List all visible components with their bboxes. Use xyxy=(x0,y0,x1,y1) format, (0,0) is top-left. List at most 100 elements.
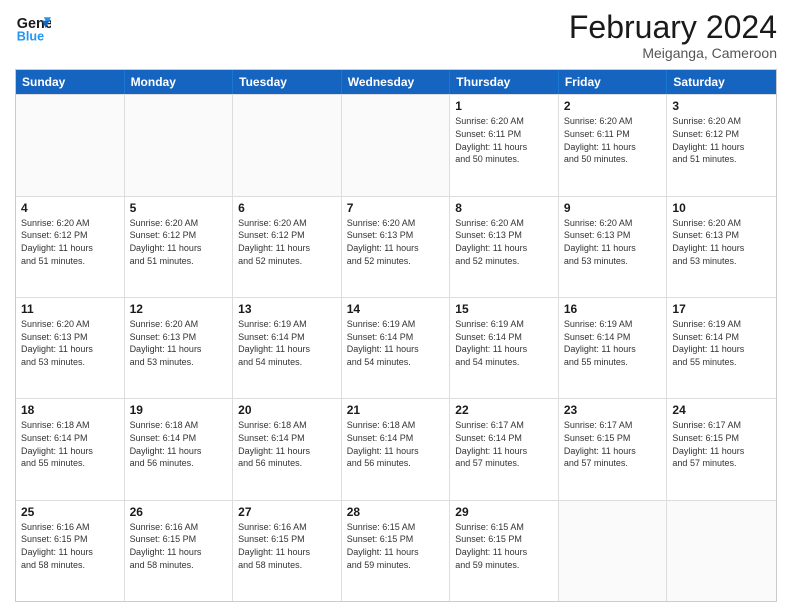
day-number: 25 xyxy=(21,504,119,520)
day-number: 14 xyxy=(347,301,445,317)
day-info: Sunrise: 6:20 AM Sunset: 6:12 PM Dayligh… xyxy=(21,217,119,267)
day-cell-24: 24Sunrise: 6:17 AM Sunset: 6:15 PM Dayli… xyxy=(667,399,776,499)
day-header-friday: Friday xyxy=(559,70,668,94)
day-cell-1: 1Sunrise: 6:20 AM Sunset: 6:11 PM Daylig… xyxy=(450,95,559,195)
calendar-header-row: SundayMondayTuesdayWednesdayThursdayFrid… xyxy=(16,70,776,94)
day-number: 12 xyxy=(130,301,228,317)
day-number: 28 xyxy=(347,504,445,520)
day-cell-21: 21Sunrise: 6:18 AM Sunset: 6:14 PM Dayli… xyxy=(342,399,451,499)
day-info: Sunrise: 6:18 AM Sunset: 6:14 PM Dayligh… xyxy=(347,419,445,469)
day-cell-3: 3Sunrise: 6:20 AM Sunset: 6:12 PM Daylig… xyxy=(667,95,776,195)
day-info: Sunrise: 6:15 AM Sunset: 6:15 PM Dayligh… xyxy=(347,521,445,571)
day-number: 4 xyxy=(21,200,119,216)
logo-icon: General Blue xyxy=(15,10,51,46)
calendar: SundayMondayTuesdayWednesdayThursdayFrid… xyxy=(15,69,777,602)
page: General Blue February 2024 Meiganga, Cam… xyxy=(0,0,792,612)
day-cell-9: 9Sunrise: 6:20 AM Sunset: 6:13 PM Daylig… xyxy=(559,197,668,297)
day-number: 3 xyxy=(672,98,771,114)
day-cell-22: 22Sunrise: 6:17 AM Sunset: 6:14 PM Dayli… xyxy=(450,399,559,499)
day-cell-12: 12Sunrise: 6:20 AM Sunset: 6:13 PM Dayli… xyxy=(125,298,234,398)
day-cell-25: 25Sunrise: 6:16 AM Sunset: 6:15 PM Dayli… xyxy=(16,501,125,601)
day-number: 19 xyxy=(130,402,228,418)
day-cell-27: 27Sunrise: 6:16 AM Sunset: 6:15 PM Dayli… xyxy=(233,501,342,601)
day-cell-18: 18Sunrise: 6:18 AM Sunset: 6:14 PM Dayli… xyxy=(16,399,125,499)
day-cell-23: 23Sunrise: 6:17 AM Sunset: 6:15 PM Dayli… xyxy=(559,399,668,499)
day-number: 17 xyxy=(672,301,771,317)
week-row-4: 18Sunrise: 6:18 AM Sunset: 6:14 PM Dayli… xyxy=(16,398,776,499)
day-number: 6 xyxy=(238,200,336,216)
day-info: Sunrise: 6:20 AM Sunset: 6:13 PM Dayligh… xyxy=(564,217,662,267)
empty-cell xyxy=(125,95,234,195)
day-number: 20 xyxy=(238,402,336,418)
title-block: February 2024 Meiganga, Cameroon xyxy=(569,10,777,61)
day-number: 5 xyxy=(130,200,228,216)
day-number: 18 xyxy=(21,402,119,418)
day-cell-15: 15Sunrise: 6:19 AM Sunset: 6:14 PM Dayli… xyxy=(450,298,559,398)
empty-cell xyxy=(667,501,776,601)
day-info: Sunrise: 6:18 AM Sunset: 6:14 PM Dayligh… xyxy=(130,419,228,469)
empty-cell xyxy=(16,95,125,195)
day-number: 13 xyxy=(238,301,336,317)
day-info: Sunrise: 6:16 AM Sunset: 6:15 PM Dayligh… xyxy=(130,521,228,571)
day-cell-5: 5Sunrise: 6:20 AM Sunset: 6:12 PM Daylig… xyxy=(125,197,234,297)
day-cell-29: 29Sunrise: 6:15 AM Sunset: 6:15 PM Dayli… xyxy=(450,501,559,601)
day-info: Sunrise: 6:19 AM Sunset: 6:14 PM Dayligh… xyxy=(238,318,336,368)
day-info: Sunrise: 6:19 AM Sunset: 6:14 PM Dayligh… xyxy=(564,318,662,368)
day-info: Sunrise: 6:15 AM Sunset: 6:15 PM Dayligh… xyxy=(455,521,553,571)
day-cell-28: 28Sunrise: 6:15 AM Sunset: 6:15 PM Dayli… xyxy=(342,501,451,601)
day-number: 8 xyxy=(455,200,553,216)
day-number: 23 xyxy=(564,402,662,418)
day-number: 21 xyxy=(347,402,445,418)
day-info: Sunrise: 6:20 AM Sunset: 6:11 PM Dayligh… xyxy=(564,115,662,165)
day-header-monday: Monday xyxy=(125,70,234,94)
day-info: Sunrise: 6:20 AM Sunset: 6:12 PM Dayligh… xyxy=(130,217,228,267)
day-cell-11: 11Sunrise: 6:20 AM Sunset: 6:13 PM Dayli… xyxy=(16,298,125,398)
day-header-wednesday: Wednesday xyxy=(342,70,451,94)
day-number: 27 xyxy=(238,504,336,520)
day-info: Sunrise: 6:20 AM Sunset: 6:13 PM Dayligh… xyxy=(672,217,771,267)
day-cell-4: 4Sunrise: 6:20 AM Sunset: 6:12 PM Daylig… xyxy=(16,197,125,297)
day-info: Sunrise: 6:20 AM Sunset: 6:12 PM Dayligh… xyxy=(238,217,336,267)
day-header-saturday: Saturday xyxy=(667,70,776,94)
day-cell-7: 7Sunrise: 6:20 AM Sunset: 6:13 PM Daylig… xyxy=(342,197,451,297)
day-cell-20: 20Sunrise: 6:18 AM Sunset: 6:14 PM Dayli… xyxy=(233,399,342,499)
empty-cell xyxy=(233,95,342,195)
calendar-body: 1 Sunrise: 6:20 AM Sunset: 6:11 PM Daylig… xyxy=(16,94,776,601)
day-info: Sunrise: 6:19 AM Sunset: 6:14 PM Dayligh… xyxy=(672,318,771,368)
day-cell-19: 19Sunrise: 6:18 AM Sunset: 6:14 PM Dayli… xyxy=(125,399,234,499)
logo: General Blue xyxy=(15,10,51,46)
day-cell-17: 17Sunrise: 6:19 AM Sunset: 6:14 PM Dayli… xyxy=(667,298,776,398)
day-info: Sunrise: 6:17 AM Sunset: 6:15 PM Dayligh… xyxy=(564,419,662,469)
day-info: Sunrise: 6:20 AM Sunset: 6:13 PM Dayligh… xyxy=(347,217,445,267)
day-cell-10: 10Sunrise: 6:20 AM Sunset: 6:13 PM Dayli… xyxy=(667,197,776,297)
svg-text:Blue: Blue xyxy=(17,30,44,44)
empty-cell xyxy=(559,501,668,601)
day-header-tuesday: Tuesday xyxy=(233,70,342,94)
day-number: 11 xyxy=(21,301,119,317)
day-cell-2: 2Sunrise: 6:20 AM Sunset: 6:11 PM Daylig… xyxy=(559,95,668,195)
day-info: Sunrise: 6:16 AM Sunset: 6:15 PM Dayligh… xyxy=(21,521,119,571)
day-number: 29 xyxy=(455,504,553,520)
day-info: Sunrise: 6:17 AM Sunset: 6:14 PM Dayligh… xyxy=(455,419,553,469)
day-number: 7 xyxy=(347,200,445,216)
day-info: Sunrise: 6:19 AM Sunset: 6:14 PM Dayligh… xyxy=(455,318,553,368)
week-row-5: 25Sunrise: 6:16 AM Sunset: 6:15 PM Dayli… xyxy=(16,500,776,601)
calendar-subtitle: Meiganga, Cameroon xyxy=(569,45,777,61)
day-number: 22 xyxy=(455,402,553,418)
day-number: 2 xyxy=(564,98,662,114)
day-number: 1 xyxy=(455,98,553,114)
day-cell-16: 16Sunrise: 6:19 AM Sunset: 6:14 PM Dayli… xyxy=(559,298,668,398)
day-info: Sunrise: 6:18 AM Sunset: 6:14 PM Dayligh… xyxy=(21,419,119,469)
day-info: Sunrise: 6:18 AM Sunset: 6:14 PM Dayligh… xyxy=(238,419,336,469)
day-number: 16 xyxy=(564,301,662,317)
week-row-1: 1 Sunrise: 6:20 AM Sunset: 6:11 PM Daylig… xyxy=(16,94,776,195)
empty-cell xyxy=(342,95,451,195)
day-cell-8: 8Sunrise: 6:20 AM Sunset: 6:13 PM Daylig… xyxy=(450,197,559,297)
day-number: 10 xyxy=(672,200,771,216)
day-info: Sunrise: 6:20 AM Sunset: 6:12 PM Dayligh… xyxy=(672,115,771,165)
day-info: Sunrise: 6:16 AM Sunset: 6:15 PM Dayligh… xyxy=(238,521,336,571)
day-cell-14: 14Sunrise: 6:19 AM Sunset: 6:14 PM Dayli… xyxy=(342,298,451,398)
day-cell-13: 13Sunrise: 6:19 AM Sunset: 6:14 PM Dayli… xyxy=(233,298,342,398)
day-info: Sunrise: 6:17 AM Sunset: 6:15 PM Dayligh… xyxy=(672,419,771,469)
calendar-title: February 2024 xyxy=(569,10,777,45)
